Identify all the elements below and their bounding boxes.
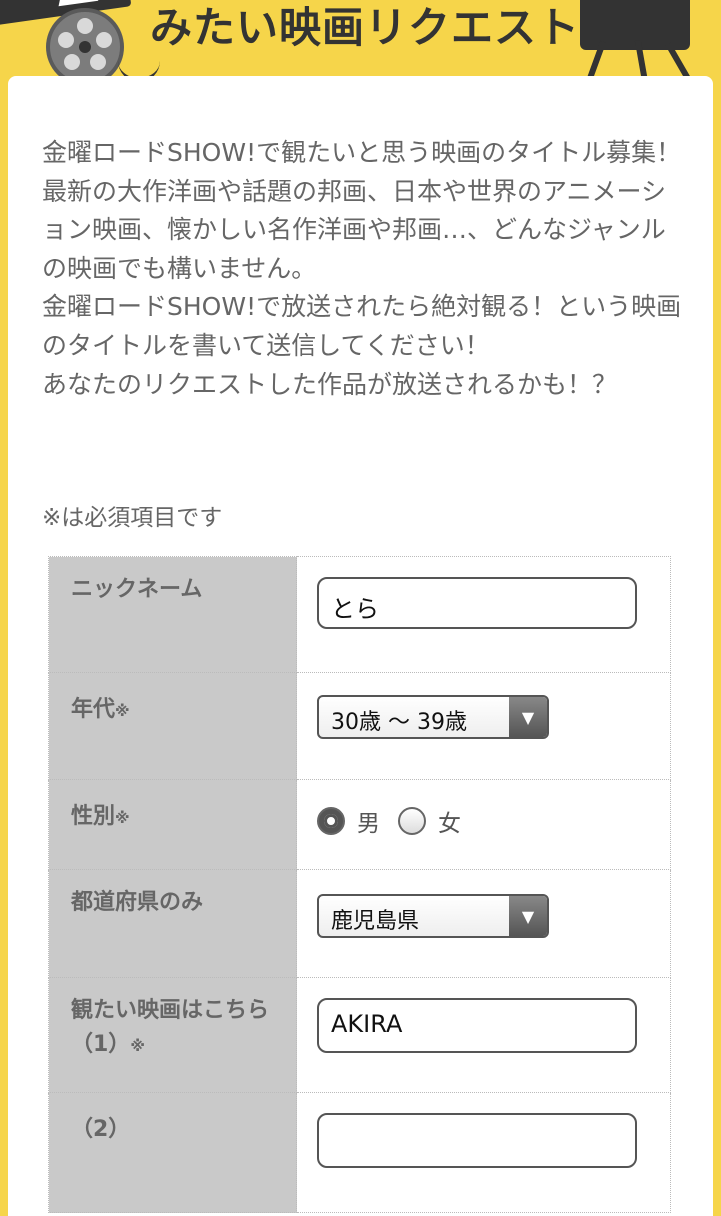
- gender-label: 性別※: [48, 779, 297, 870]
- required-note: ※は必須項目です: [42, 505, 223, 531]
- dropdown-arrow-icon: ▼: [509, 697, 547, 737]
- prefecture-select[interactable]: 鹿児島県 ▼: [317, 894, 549, 938]
- gender-female-radio[interactable]: [398, 807, 426, 835]
- dropdown-arrow-icon: ▼: [509, 896, 547, 936]
- nickname-label: ニックネーム: [48, 556, 297, 673]
- intro-paragraph: あなたのリクエストした作品が放送されるかも！？: [42, 369, 618, 399]
- header-banner: みたい映画リクエスト: [0, 0, 721, 80]
- required-mark: ※: [115, 809, 130, 827]
- request-form-card: 金曜ロードSHOW!で観たいと思う映画のタイトル募集！ 最新の大作洋画や話題の邦…: [8, 76, 713, 1216]
- movie2-label: （2）: [48, 1092, 297, 1213]
- intro-paragraph: 金曜ロードSHOW!で放送されたら絶対観る！という映画のタイトルを書いて送信して…: [42, 292, 682, 360]
- required-mark: ※: [130, 1037, 145, 1055]
- required-mark: ※: [115, 702, 130, 720]
- movie1-label: 観たい映画はこちら（1）※: [48, 977, 297, 1093]
- gender-female-label[interactable]: 女: [438, 804, 461, 838]
- age-label: 年代※: [48, 672, 297, 780]
- prefecture-select-value: 鹿児島県: [331, 909, 420, 934]
- page-title: みたい映画リクエスト: [150, 3, 581, 52]
- prefecture-label: 都道府県のみ: [48, 869, 297, 978]
- intro-paragraph: 最新の大作洋画や話題の邦画、日本や世界のアニメーション映画、懐かしい名作洋画や邦…: [42, 176, 667, 283]
- intro-text: 金曜ロードSHOW!で観たいと思う映画のタイトル募集！ 最新の大作洋画や話題の邦…: [42, 134, 682, 404]
- gender-male-radio[interactable]: [317, 807, 345, 835]
- gender-radio-group: 男 女: [317, 804, 461, 838]
- film-reel-icon: [46, 8, 124, 80]
- request-form: ニックネーム とら 年代※ 30歳 〜 39歳 ▼ 性別※ 男 女 都道府県のみ…: [48, 556, 671, 1213]
- gender-male-label[interactable]: 男: [357, 804, 380, 838]
- movie1-input[interactable]: AKIRA: [317, 998, 637, 1053]
- intro-paragraph: 金曜ロードSHOW!で観たいと思う映画のタイトル募集！: [42, 138, 682, 167]
- age-select[interactable]: 30歳 〜 39歳 ▼: [317, 695, 549, 739]
- movie2-input[interactable]: [317, 1113, 637, 1168]
- nickname-input[interactable]: とら: [317, 577, 637, 629]
- movie-camera-icon: [550, 0, 701, 80]
- age-select-value: 30歳 〜 39歳: [331, 710, 467, 735]
